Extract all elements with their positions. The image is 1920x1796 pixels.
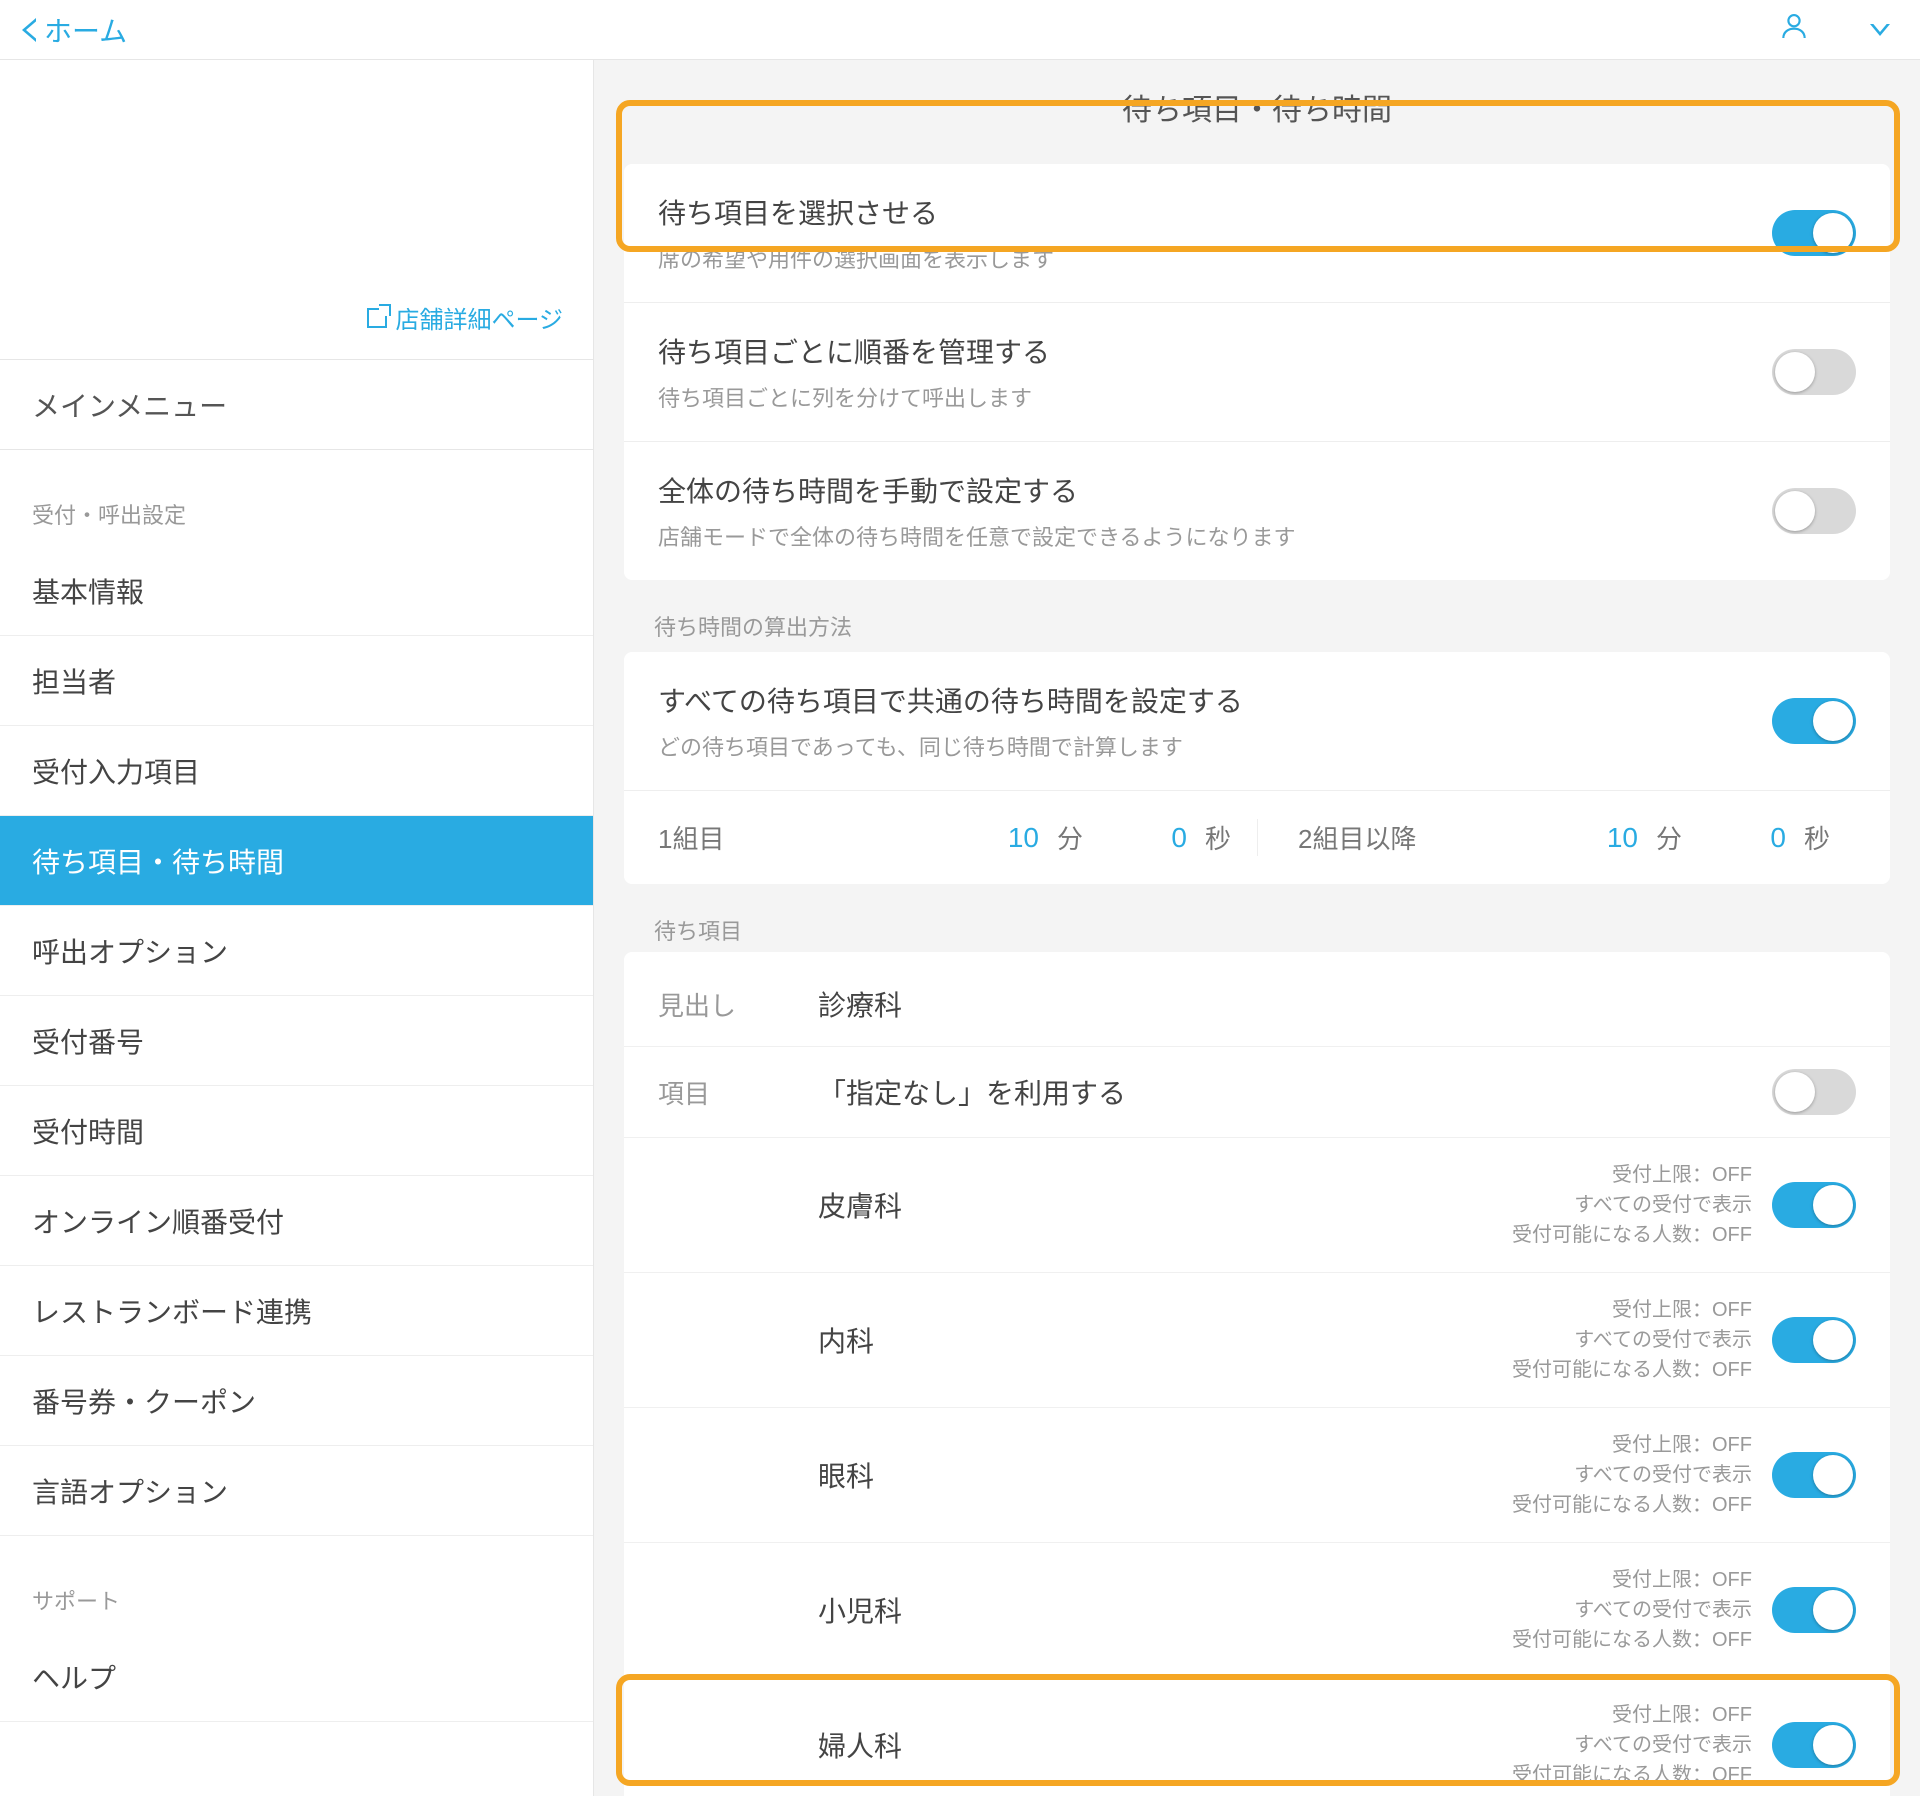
topbar: ホーム [0,0,1920,60]
wait-item-key: 項目 [658,1074,818,1111]
settings-row-1-toggle[interactable] [1772,349,1856,395]
sidebar-item-7[interactable]: オンライン順番受付 [0,1176,593,1266]
settings-panel-1: 待ち項目を選択させる席の希望や用件の選択画面を表示します待ち項目ごとに順番を管理… [624,164,1890,580]
dept-name-2: 眼科 [818,1455,1512,1495]
time-rest-min[interactable]: 10 [1578,822,1638,854]
settings-row-2-toggle[interactable] [1772,488,1856,534]
time-first-min-unit: 分 [1057,819,1109,856]
topbar-right [1778,10,1890,49]
dept-meta-3: 受付上限：OFFすべての受付で表示受付可能になる人数：OFF [1512,1565,1752,1655]
chevron-left-icon [22,18,36,42]
settings-row-1-title: 待ち項目ごとに順番を管理する [658,331,1050,371]
dept-toggle-1[interactable] [1772,1317,1856,1363]
sidebar-item-6[interactable]: 受付時間 [0,1086,593,1176]
sidebar-item-5[interactable]: 受付番号 [0,996,593,1086]
sidebar: 店舗詳細ページ メインメニュー 受付・呼出設定 基本情報担当者受付入力項目待ち項… [0,60,594,1796]
chevron-down-icon[interactable] [1870,24,1890,36]
time-first-sec[interactable]: 0 [1127,822,1187,854]
settings-row-0-toggle[interactable] [1772,210,1856,256]
dept-meta-4: 受付上限：OFFすべての受付で表示受付可能になる人数：OFF [1512,1700,1752,1790]
wait-caption: 待ち項目 [654,914,1920,946]
sidebar-section-reception: 受付・呼出設定 [0,450,593,546]
time-rest-sec-unit: 秒 [1804,819,1856,856]
wait-panel: 見出し 診療科 項目 「指定なし」を利用する 皮膚科受付上限：OFFすべての受付… [624,952,1890,1796]
settings-row-2-sub: 店舗モードで全体の待ち時間を任意で設定できるようになります [658,520,1296,552]
calc-common-row: すべての待ち項目で共通の待ち時間を設定する どの待ち項目であっても、同じ待ち時間… [624,652,1890,790]
sidebar-main-menu-header[interactable]: メインメニュー [0,360,593,450]
time-rest-sec[interactable]: 0 [1726,822,1786,854]
calc-panel: すべての待ち項目で共通の待ち時間を設定する どの待ち項目であっても、同じ待ち時間… [624,652,1890,884]
settings-row-0-sub: 席の希望や用件の選択画面を表示します [658,242,1054,274]
dept-row-4: 婦人科受付上限：OFFすべての受付で表示受付可能になる人数：OFF [624,1677,1890,1796]
settings-row-0-title: 待ち項目を選択させる [658,192,1054,232]
back-button[interactable]: ホーム [22,10,127,50]
dept-meta-0: 受付上限：OFFすべての受付で表示受付可能になる人数：OFF [1512,1160,1752,1250]
settings-row-0: 待ち項目を選択させる席の希望や用件の選択画面を表示します [624,164,1890,302]
dept-name-0: 皮膚科 [818,1185,1512,1225]
store-detail-slot: 店舗詳細ページ [0,60,593,360]
wait-default-toggle[interactable] [1772,1069,1856,1115]
sidebar-item-0[interactable]: 基本情報 [0,546,593,636]
dept-name-1: 内科 [818,1320,1512,1360]
sidebar-section-support: サポート [0,1536,593,1632]
dept-toggle-4[interactable] [1772,1722,1856,1768]
settings-row-1: 待ち項目ごとに順番を管理する待ち項目ごとに列を分けて呼出します [624,302,1890,441]
back-label: ホーム [44,10,127,50]
settings-row-2-title: 全体の待ち時間を手動で設定する [658,470,1296,510]
sidebar-item-9[interactable]: 番号券・クーポン [0,1356,593,1446]
external-link-icon [367,308,387,328]
dept-toggle-3[interactable] [1772,1587,1856,1633]
time-first-sec-unit: 秒 [1205,819,1257,856]
content-area: 待ち項目・待ち時間 待ち項目を選択させる席の希望や用件の選択画面を表示します待ち… [594,60,1920,1796]
sidebar-item-10[interactable]: 言語オプション [0,1446,593,1536]
sidebar-item-1[interactable]: 担当者 [0,636,593,726]
dept-name-4: 婦人科 [818,1725,1512,1765]
sidebar-item-4[interactable]: 呼出オプション [0,906,593,996]
settings-row-2: 全体の待ち時間を手動で設定する店舗モードで全体の待ち時間を任意で設定できるように… [624,441,1890,580]
dept-row-0: 皮膚科受付上限：OFFすべての受付で表示受付可能になる人数：OFF [624,1137,1890,1272]
dept-toggle-0[interactable] [1772,1182,1856,1228]
wait-default-label: 「指定なし」を利用する [818,1072,1772,1112]
store-detail-label: 店舗詳細ページ [395,300,563,335]
time-rest-label: 2組目以降 [1298,819,1560,856]
sidebar-item-8[interactable]: レストランボード連携 [0,1266,593,1356]
sidebar-support-item-0[interactable]: ヘルプ [0,1632,593,1722]
time-row: 1組目 10 分 0 秒 2組目以降 10 分 0 秒 [624,790,1890,884]
time-first-label: 1組目 [658,819,961,856]
sidebar-item-3[interactable]: 待ち項目・待ち時間 [0,816,593,906]
time-rest-group: 2組目以降 10 分 0 秒 [1257,819,1856,856]
page-title: 待ち項目・待ち時間 [594,60,1920,154]
calc-common-toggle[interactable] [1772,698,1856,744]
dept-row-2: 眼科受付上限：OFFすべての受付で表示受付可能になる人数：OFF [624,1407,1890,1542]
calc-common-sub: どの待ち項目であっても、同じ待ち時間で計算します [658,730,1243,762]
wait-heading-key: 見出し [658,986,818,1023]
dept-row-1: 内科受付上限：OFFすべての受付で表示受付可能になる人数：OFF [624,1272,1890,1407]
dept-name-3: 小児科 [818,1590,1512,1630]
time-rest-min-unit: 分 [1656,819,1708,856]
calc-common-title: すべての待ち項目で共通の待ち時間を設定する [658,680,1243,720]
settings-row-1-sub: 待ち項目ごとに列を分けて呼出します [658,381,1050,413]
dept-toggle-2[interactable] [1772,1452,1856,1498]
time-first-group: 1組目 10 分 0 秒 [658,819,1257,856]
time-first-min[interactable]: 10 [979,822,1039,854]
wait-heading-val: 診療科 [818,984,1856,1024]
dept-row-3: 小児科受付上限：OFFすべての受付で表示受付可能になる人数：OFF [624,1542,1890,1677]
dept-meta-2: 受付上限：OFFすべての受付で表示受付可能になる人数：OFF [1512,1430,1752,1520]
calc-caption: 待ち時間の算出方法 [654,610,1920,642]
wait-default-row: 項目 「指定なし」を利用する [624,1046,1890,1137]
store-detail-link[interactable]: 店舗詳細ページ [367,300,563,335]
dept-meta-1: 受付上限：OFFすべての受付で表示受付可能になる人数：OFF [1512,1295,1752,1385]
sidebar-item-2[interactable]: 受付入力項目 [0,726,593,816]
user-icon[interactable] [1778,10,1810,49]
wait-heading-row: 見出し 診療科 [624,962,1890,1046]
